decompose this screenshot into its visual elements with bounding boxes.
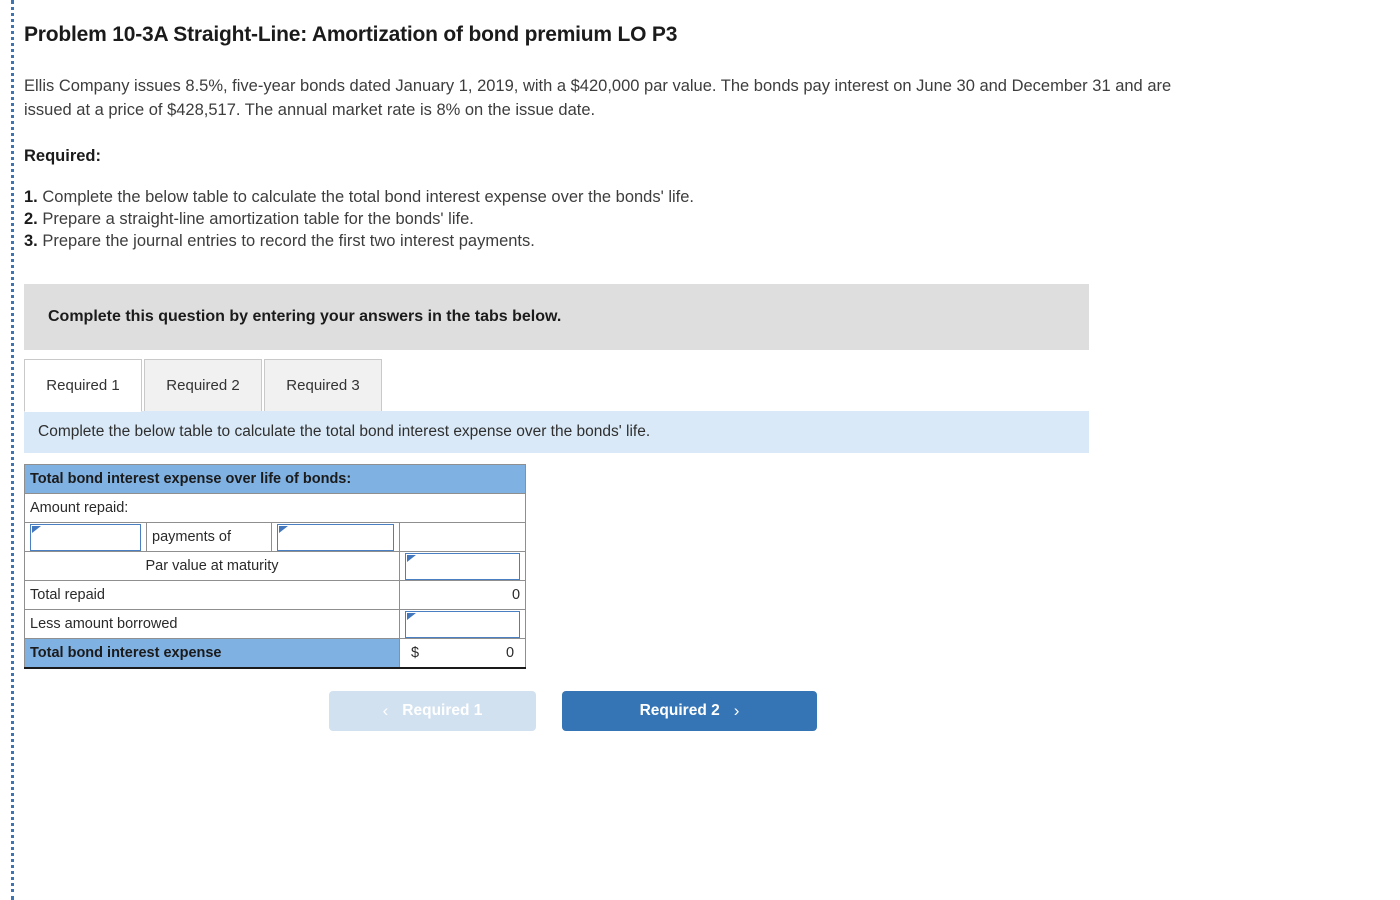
tab-required-3[interactable]: Required 3 bbox=[264, 359, 382, 413]
page-root: Problem 10-3A Straight-Line: Amortizatio… bbox=[0, 0, 1400, 900]
amount-repaid-label: Amount repaid: bbox=[23, 493, 527, 524]
tab-label: Required 1 bbox=[46, 377, 120, 395]
tab-label: Required 3 bbox=[286, 377, 360, 395]
tab-required-1[interactable]: Required 1 bbox=[24, 359, 142, 413]
requirement-number: 2. bbox=[24, 210, 38, 229]
total-expense-amount: $ 0 bbox=[405, 640, 520, 666]
next-button-label: Required 2 bbox=[639, 701, 720, 719]
payments-count-input[interactable] bbox=[30, 523, 141, 551]
required-label: Required: bbox=[24, 147, 102, 166]
next-required-2-button[interactable]: Required 2 › bbox=[562, 690, 817, 731]
payments-of-label: payments of bbox=[146, 522, 272, 553]
table-row-header: Total bond interest expense over life of… bbox=[23, 464, 527, 495]
table-row-par-value: Par value at maturity bbox=[24, 551, 527, 582]
table-row-payments: payments of bbox=[24, 522, 527, 553]
table-row-total-repaid: Total repaid 0 bbox=[24, 580, 527, 611]
navigation-buttons: ‹ Required 1 Required 2 › bbox=[329, 690, 1394, 731]
payments-total-cell bbox=[398, 522, 527, 553]
requirement-number: 1. bbox=[24, 188, 38, 207]
table-row-less-borrowed: Less amount borrowed bbox=[24, 609, 527, 640]
total-repaid-label: Total repaid bbox=[24, 580, 400, 611]
answer-table-wrapper: Total bond interest expense over life of… bbox=[23, 464, 1394, 669]
less-borrowed-label: Less amount borrowed bbox=[24, 609, 400, 640]
tab-strip: Required 1 Required 2 Required 3 bbox=[24, 359, 1089, 413]
left-dotted-rule bbox=[11, 0, 14, 900]
total-expense-label: Total bond interest expense bbox=[24, 638, 400, 669]
total-repaid-value: 0 bbox=[398, 580, 527, 611]
tab-label: Required 2 bbox=[166, 377, 240, 395]
bond-interest-expense-table: Total bond interest expense over life of… bbox=[23, 464, 527, 669]
page-title: Problem 10-3A Straight-Line: Amortizatio… bbox=[24, 23, 678, 46]
tab-required-2[interactable]: Required 2 bbox=[144, 359, 262, 413]
requirement-text: Complete the below table to calculate th… bbox=[42, 188, 695, 207]
table-row-amount-repaid: Amount repaid: bbox=[23, 493, 527, 524]
table-header-cell: Total bond interest expense over life of… bbox=[23, 464, 527, 495]
par-value-cell bbox=[398, 551, 527, 582]
question-instruction-text: Complete this question by entering your … bbox=[48, 308, 562, 326]
tab-instruction-text: Complete the below table to calculate th… bbox=[38, 423, 651, 441]
less-borrowed-cell bbox=[398, 609, 527, 640]
payment-amount-input[interactable] bbox=[277, 523, 394, 551]
currency-symbol: $ bbox=[411, 645, 420, 662]
par-value-input[interactable] bbox=[405, 552, 521, 580]
problem-description: Ellis Company issues 8.5%, five-year bon… bbox=[24, 77, 1172, 119]
requirement-item: 1. Complete the below table to calculate… bbox=[24, 186, 1394, 208]
requirement-number: 3. bbox=[24, 232, 38, 251]
chevron-right-icon: › bbox=[733, 701, 740, 721]
requirement-item: 2. Prepare a straight-line amortization … bbox=[24, 208, 1394, 230]
requirement-text: Prepare the journal entries to record th… bbox=[42, 232, 535, 251]
prev-button-label: Required 1 bbox=[402, 701, 483, 719]
tab-instruction-banner: Complete the below table to calculate th… bbox=[24, 411, 1089, 454]
question-instruction-banner: Complete this question by entering your … bbox=[24, 284, 1089, 351]
payments-count-cell bbox=[24, 522, 147, 553]
payment-amount-cell bbox=[271, 522, 400, 553]
less-borrowed-input[interactable] bbox=[405, 610, 521, 638]
total-expense-value: 0 bbox=[505, 645, 515, 662]
total-expense-value-cell: $ 0 bbox=[398, 638, 527, 669]
requirement-item: 3. Prepare the journal entries to record… bbox=[24, 230, 1394, 252]
chevron-left-icon: ‹ bbox=[382, 701, 389, 721]
prev-required-1-button[interactable]: ‹ Required 1 bbox=[329, 690, 536, 731]
requirements-list: 1. Complete the below table to calculate… bbox=[24, 186, 1394, 252]
par-value-label: Par value at maturity bbox=[24, 551, 400, 582]
requirement-text: Prepare a straight-line amortization tab… bbox=[42, 210, 474, 229]
content-column: Problem 10-3A Straight-Line: Amortizatio… bbox=[23, 0, 1394, 731]
table-row-total-expense: Total bond interest expense $ 0 bbox=[24, 638, 527, 669]
